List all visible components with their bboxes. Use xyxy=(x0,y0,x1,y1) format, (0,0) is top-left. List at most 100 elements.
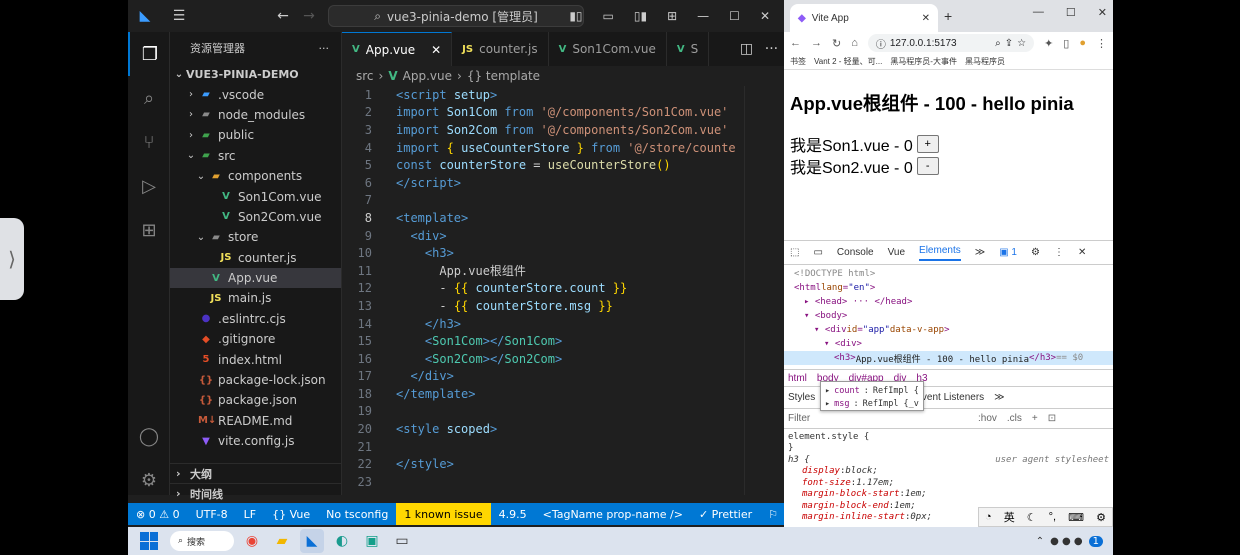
code-line[interactable]: 12 - {{ counterStore.count }} xyxy=(342,280,784,298)
dom-node[interactable]: ▾ <div> xyxy=(784,337,1113,351)
browser-tab[interactable]: ◆ Vite App ✕ xyxy=(790,4,938,32)
feedback-icon[interactable]: ⚐ xyxy=(760,503,784,525)
terminal-app-icon[interactable]: ▭ xyxy=(390,529,414,553)
settings-gear-icon[interactable]: ⚙ xyxy=(128,458,170,502)
code-line[interactable]: 1 <script setup> xyxy=(342,86,784,104)
ts-version-status[interactable]: 4.9.5 xyxy=(491,503,535,525)
split-editor-icon[interactable]: ◫ xyxy=(740,41,753,57)
run-debug-icon[interactable]: ▷ xyxy=(128,164,170,208)
edge-app-icon[interactable]: ◐ xyxy=(330,529,354,553)
dom-node[interactable]: ▸ <head> ··· </head> xyxy=(784,295,1113,309)
filter-input[interactable]: Filter xyxy=(788,413,968,424)
tree-item[interactable]: › ▰ .vscode xyxy=(170,84,341,104)
close-icon[interactable]: ✕ xyxy=(1098,6,1107,19)
tree-item[interactable]: {} package.json xyxy=(170,390,341,410)
prettier-status[interactable]: ✓ Prettier xyxy=(691,503,760,525)
tab-console[interactable]: Console xyxy=(837,247,874,258)
cls-toggle[interactable]: .cls xyxy=(1007,413,1022,424)
home-icon[interactable]: ⌂ xyxy=(851,37,858,49)
tray-icons[interactable]: ● ● ● xyxy=(1050,536,1083,547)
tab-styles[interactable]: Styles xyxy=(788,392,815,403)
issues-badge[interactable]: ▣ 1 xyxy=(999,247,1017,258)
code-line[interactable]: 16 <Son2Com></Son2Com> xyxy=(342,350,784,368)
tab-s[interactable]: VS xyxy=(667,32,710,66)
computed-style-icon[interactable]: ⊡ xyxy=(1048,413,1056,424)
tree-item[interactable]: ⌄ ▰ store xyxy=(170,227,341,247)
tree-item[interactable]: V Son1Com.vue xyxy=(170,186,341,206)
maximize-icon[interactable]: ☐ xyxy=(1066,6,1076,19)
encoding-status[interactable]: UTF-8 xyxy=(188,503,236,525)
tree-item[interactable]: ● .eslintrc.cjs xyxy=(170,309,341,329)
code-line[interactable]: 21 xyxy=(342,438,784,456)
code-line[interactable]: 9 <div> xyxy=(342,227,784,245)
code-line[interactable]: 11 App.vue根组件 xyxy=(342,262,784,280)
side-panel-handle[interactable]: ⟩ xyxy=(0,218,24,300)
tree-item[interactable]: {} package-lock.json xyxy=(170,370,341,390)
code-line[interactable]: 13 - {{ counterStore.msg }} xyxy=(342,297,784,315)
address-bar[interactable]: ⓘ 127.0.0.1:5173 ⌕ ⇪ ☆ xyxy=(867,34,1035,52)
toggle-secondary-sidebar-icon[interactable]: ▯▮ xyxy=(634,9,647,23)
project-root[interactable]: ⌄ VUE3-PINIA-DEMO xyxy=(170,64,341,84)
breadcrumb-src[interactable]: src xyxy=(356,69,374,83)
code-line[interactable]: 3 import Son2Com from '@/components/Son2C… xyxy=(342,121,784,139)
file-explorer-app-icon[interactable]: ▰ xyxy=(270,529,294,553)
close-icon[interactable]: ✕ xyxy=(1078,247,1086,258)
forward-arrow-icon[interactable]: → xyxy=(294,8,324,24)
tree-item[interactable]: › ▰ public xyxy=(170,125,341,145)
extensions-icon[interactable]: ⊞ xyxy=(128,208,170,252)
tsconfig-status[interactable]: No tsconfig xyxy=(318,503,396,525)
code-line[interactable]: 19 xyxy=(342,403,784,421)
style-line[interactable]: font-size: 1.17em; xyxy=(788,477,1109,489)
tree-item[interactable]: ⌄ ▰ src xyxy=(170,146,341,166)
dom-node[interactable]: ▾ <body> xyxy=(784,309,1113,323)
code-line[interactable]: 20 <style scoped> xyxy=(342,420,784,438)
code-line[interactable]: 2 import Son1Com from '@/components/Son1C… xyxy=(342,104,784,122)
vscode-app-icon[interactable]: ◣ xyxy=(300,529,324,553)
extensions-puzzle-icon[interactable]: ✦ xyxy=(1044,37,1053,50)
dom-crumb[interactable]: html xyxy=(788,373,807,384)
tab-app-vue[interactable]: V App.vue ✕ xyxy=(342,32,453,66)
back-arrow-icon[interactable]: ← xyxy=(790,37,801,49)
dom-node[interactable]: ▾ <div id = "app" data-v-app > xyxy=(784,323,1113,337)
dom-node[interactable]: <h3> App.vue根组件 - 100 - hello pinia </h3>… xyxy=(784,351,1113,365)
tree-item[interactable]: 5 index.html xyxy=(170,349,341,369)
more-tabs-icon[interactable]: ≫ xyxy=(994,392,1004,403)
tree-item[interactable]: ▼ vite.config.js xyxy=(170,431,341,451)
bookmark-item[interactable]: 书签 xyxy=(790,56,806,67)
code-line[interactable]: 18 </template> xyxy=(342,385,784,403)
tab-counter-js[interactable]: JS counter.js xyxy=(452,32,549,66)
code-line[interactable]: 8 <template> xyxy=(342,209,784,227)
share-icon[interactable]: ⇪ xyxy=(1005,38,1013,49)
close-tab-icon[interactable]: ✕ xyxy=(431,43,441,57)
code-line[interactable]: 6 </script> xyxy=(342,174,784,192)
customize-layout-icon[interactable]: ⊞ xyxy=(667,9,677,23)
tab-event-listeners[interactable]: Event Listeners xyxy=(915,392,984,403)
code-line[interactable]: 14 </h3> xyxy=(342,315,784,333)
maximize-icon[interactable]: ☐ xyxy=(729,9,740,23)
breadcrumb-file[interactable]: App.vue xyxy=(403,69,452,83)
account-icon[interactable]: ◯ xyxy=(128,414,170,458)
devtools-menu-icon[interactable]: ⋮ xyxy=(1054,247,1064,258)
breadcrumb-symbol[interactable]: {} template xyxy=(467,69,540,83)
tab-elements[interactable]: Elements xyxy=(919,245,961,261)
device-toolbar-icon[interactable]: ▭ xyxy=(813,247,822,258)
style-line[interactable]: } xyxy=(788,443,1109,455)
minimize-icon[interactable]: — xyxy=(1033,6,1044,19)
minimap[interactable] xyxy=(744,86,784,495)
increment-button[interactable]: + xyxy=(916,135,939,153)
code-line[interactable]: 7 xyxy=(342,192,784,210)
chrome-app-icon[interactable]: ◉ xyxy=(240,529,264,553)
hov-toggle[interactable]: :hov xyxy=(978,413,997,424)
tree-item[interactable]: JS counter.js xyxy=(170,248,341,268)
close-icon[interactable]: ✕ xyxy=(760,9,770,23)
code-line[interactable]: 4 import { useCounterStore } from '@/stor… xyxy=(342,139,784,157)
bookmark-item[interactable]: 黑马程序员-大事件 xyxy=(890,56,957,67)
tag-style-status[interactable]: <TagName prop-name /> xyxy=(535,503,691,525)
inspect-element-icon[interactable]: ⬚ xyxy=(790,247,799,258)
source-control-icon[interactable]: ⑂ xyxy=(128,120,170,164)
tree-item[interactable]: V Son2Com.vue xyxy=(170,207,341,227)
sidebar-icon[interactable]: ▯ xyxy=(1063,37,1069,50)
app-icon-teal[interactable]: ▣ xyxy=(360,529,384,553)
bookmark-item[interactable]: 黑马程序员 xyxy=(965,56,1005,67)
command-center-search[interactable]: ⌕ vue3-pinia-demo [管理员] xyxy=(328,5,584,27)
